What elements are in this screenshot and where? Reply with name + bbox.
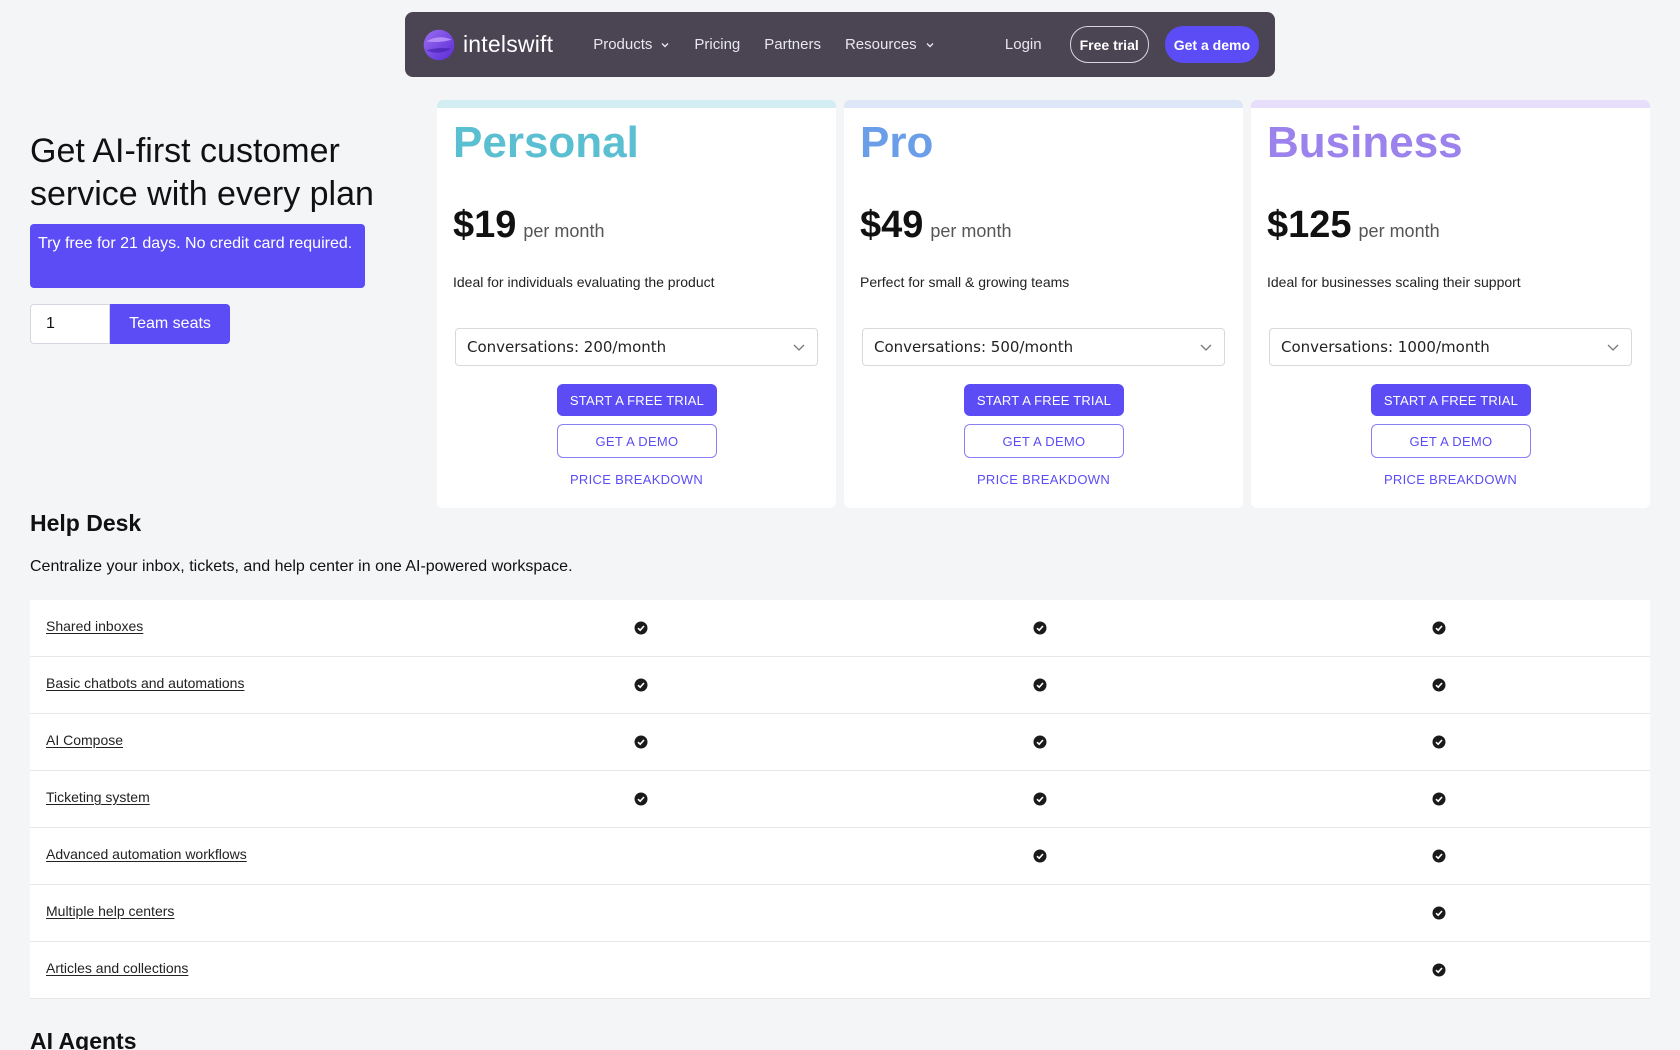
team-seats-button[interactable]: Team seats <box>110 304 230 344</box>
plan-name: Business <box>1267 118 1463 167</box>
ai-agents-title: AI Agents <box>30 1028 137 1050</box>
conversations-select-value: Conversations: 1000/month <box>1281 338 1490 356</box>
plan-price: $125 per month <box>1267 204 1440 247</box>
logo-text: intelswift <box>463 31 554 57</box>
get-demo-button[interactable]: Get a demo <box>1164 26 1259 63</box>
feature-name-link[interactable]: Multiple help centers <box>46 903 174 919</box>
plan-accent-bar <box>1251 100 1650 108</box>
plan-card-pro: Pro $49 per month Perfect for small & gr… <box>844 100 1243 508</box>
check-circle-icon <box>1432 735 1446 749</box>
check-circle-icon <box>1432 906 1446 920</box>
start-free-trial-button[interactable]: START A FREE TRIAL <box>1371 384 1531 416</box>
price-unit: per month <box>930 221 1012 241</box>
check-circle-icon <box>1432 621 1446 635</box>
price-breakdown-link[interactable]: PRICE BREAKDOWN <box>1251 472 1650 487</box>
check-circle-icon <box>1432 678 1446 692</box>
plan-description: Perfect for small & growing teams <box>860 274 1070 290</box>
chevron-down-icon <box>793 344 805 351</box>
plan-price: $19 per month <box>453 204 604 247</box>
plan-card-business: Business $125 per month Ideal for busine… <box>1251 100 1650 508</box>
start-free-trial-button[interactable]: START A FREE TRIAL <box>964 384 1124 416</box>
feature-table: Shared inboxes Basic chatbots and automat… <box>30 600 1650 999</box>
chevron-down-icon <box>1607 344 1619 351</box>
get-a-demo-button[interactable]: GET A DEMO <box>557 424 717 458</box>
start-free-trial-button[interactable]: START A FREE TRIAL <box>557 384 717 416</box>
check-circle-icon <box>634 678 648 692</box>
check-circle-icon <box>634 735 648 749</box>
check-circle-icon <box>1033 792 1047 806</box>
intelswift-logo-icon <box>423 29 455 60</box>
top-navbar: intelswift Products Pricing Partners Res… <box>405 12 1275 77</box>
plan-description: Ideal for businesses scaling their suppo… <box>1267 274 1521 290</box>
price-amount: $19 <box>453 204 517 246</box>
nav-actions: Login Free trial Get a demo <box>1005 26 1259 63</box>
price-unit: per month <box>1358 221 1440 241</box>
check-circle-icon <box>1033 621 1047 635</box>
help-desk-subtitle: Centralize your inbox, tickets, and help… <box>30 558 573 575</box>
nav-resources[interactable]: Resources <box>845 36 935 53</box>
conversations-select[interactable]: Conversations: 500/month <box>862 328 1225 366</box>
plan-price: $49 per month <box>860 204 1011 247</box>
feature-row: Basic chatbots and automations <box>30 657 1650 714</box>
plan-name: Pro <box>860 118 934 167</box>
price-amount: $125 <box>1267 204 1352 246</box>
nav-products[interactable]: Products <box>593 36 670 53</box>
feature-name-link[interactable]: Articles and collections <box>46 960 188 976</box>
feature-name-link[interactable]: Shared inboxes <box>46 618 143 634</box>
nav-partners-label: Partners <box>764 36 821 53</box>
plan-card-personal: Personal $19 per month Ideal for individ… <box>437 100 836 508</box>
conversations-select[interactable]: Conversations: 200/month <box>455 328 818 366</box>
check-circle-icon <box>634 792 648 806</box>
check-circle-icon <box>1432 792 1446 806</box>
check-circle-icon <box>1432 849 1446 863</box>
nav-links: Products Pricing Partners Resources <box>593 36 934 53</box>
check-circle-icon <box>1432 963 1446 977</box>
free-trial-button[interactable]: Free trial <box>1069 26 1149 63</box>
feature-name-link[interactable]: Ticketing system <box>46 789 150 805</box>
team-seats-control: 1 Team seats <box>30 304 230 344</box>
conversations-select-value: Conversations: 500/month <box>874 338 1074 356</box>
get-a-demo-button[interactable]: GET A DEMO <box>1371 424 1531 458</box>
chevron-down-icon <box>1200 344 1212 351</box>
feature-row: Multiple help centers <box>30 885 1650 942</box>
nav-products-label: Products <box>593 36 653 53</box>
feature-name-link[interactable]: Advanced automation workflows <box>46 846 247 862</box>
feature-row: AI Compose <box>30 714 1650 771</box>
nav-pricing[interactable]: Pricing <box>694 36 740 53</box>
hero-title: Get AI-first customer service with every… <box>30 132 374 213</box>
get-a-demo-button[interactable]: GET A DEMO <box>964 424 1124 458</box>
feature-row: Advanced automation workflows <box>30 828 1650 885</box>
feature-name-link[interactable]: AI Compose <box>46 732 123 748</box>
conversations-select-value: Conversations: 200/month <box>467 338 667 356</box>
help-desk-title: Help Desk <box>30 510 142 536</box>
price-unit: per month <box>523 221 605 241</box>
nav-partners[interactable]: Partners <box>764 36 821 53</box>
check-circle-icon <box>1033 849 1047 863</box>
feature-row: Articles and collections <box>30 942 1650 999</box>
team-seats-input[interactable]: 1 <box>30 304 110 344</box>
chevron-down-icon <box>926 42 934 47</box>
nav-resources-label: Resources <box>844 36 917 53</box>
plan-accent-bar <box>437 100 836 108</box>
login-link[interactable]: Login <box>1005 36 1042 53</box>
conversations-select[interactable]: Conversations: 1000/month <box>1269 328 1632 366</box>
logo[interactable]: intelswift <box>421 27 553 63</box>
check-circle-icon <box>634 621 648 635</box>
price-amount: $49 <box>860 204 924 246</box>
plan-accent-bar <box>844 100 1243 108</box>
price-breakdown-link[interactable]: PRICE BREAKDOWN <box>437 472 836 487</box>
price-breakdown-link[interactable]: PRICE BREAKDOWN <box>844 472 1243 487</box>
plan-name: Personal <box>453 118 639 167</box>
nav-pricing-label: Pricing <box>694 36 741 53</box>
chevron-down-icon <box>661 42 669 47</box>
check-circle-icon <box>1033 678 1047 692</box>
trial-note: Try free for 21 days. No credit card req… <box>30 224 365 288</box>
feature-name-link[interactable]: Basic chatbots and automations <box>46 675 244 691</box>
feature-row: Shared inboxes <box>30 600 1650 657</box>
feature-row: Ticketing system <box>30 771 1650 828</box>
plan-description: Ideal for individuals evaluating the pro… <box>453 274 715 290</box>
check-circle-icon <box>1033 735 1047 749</box>
